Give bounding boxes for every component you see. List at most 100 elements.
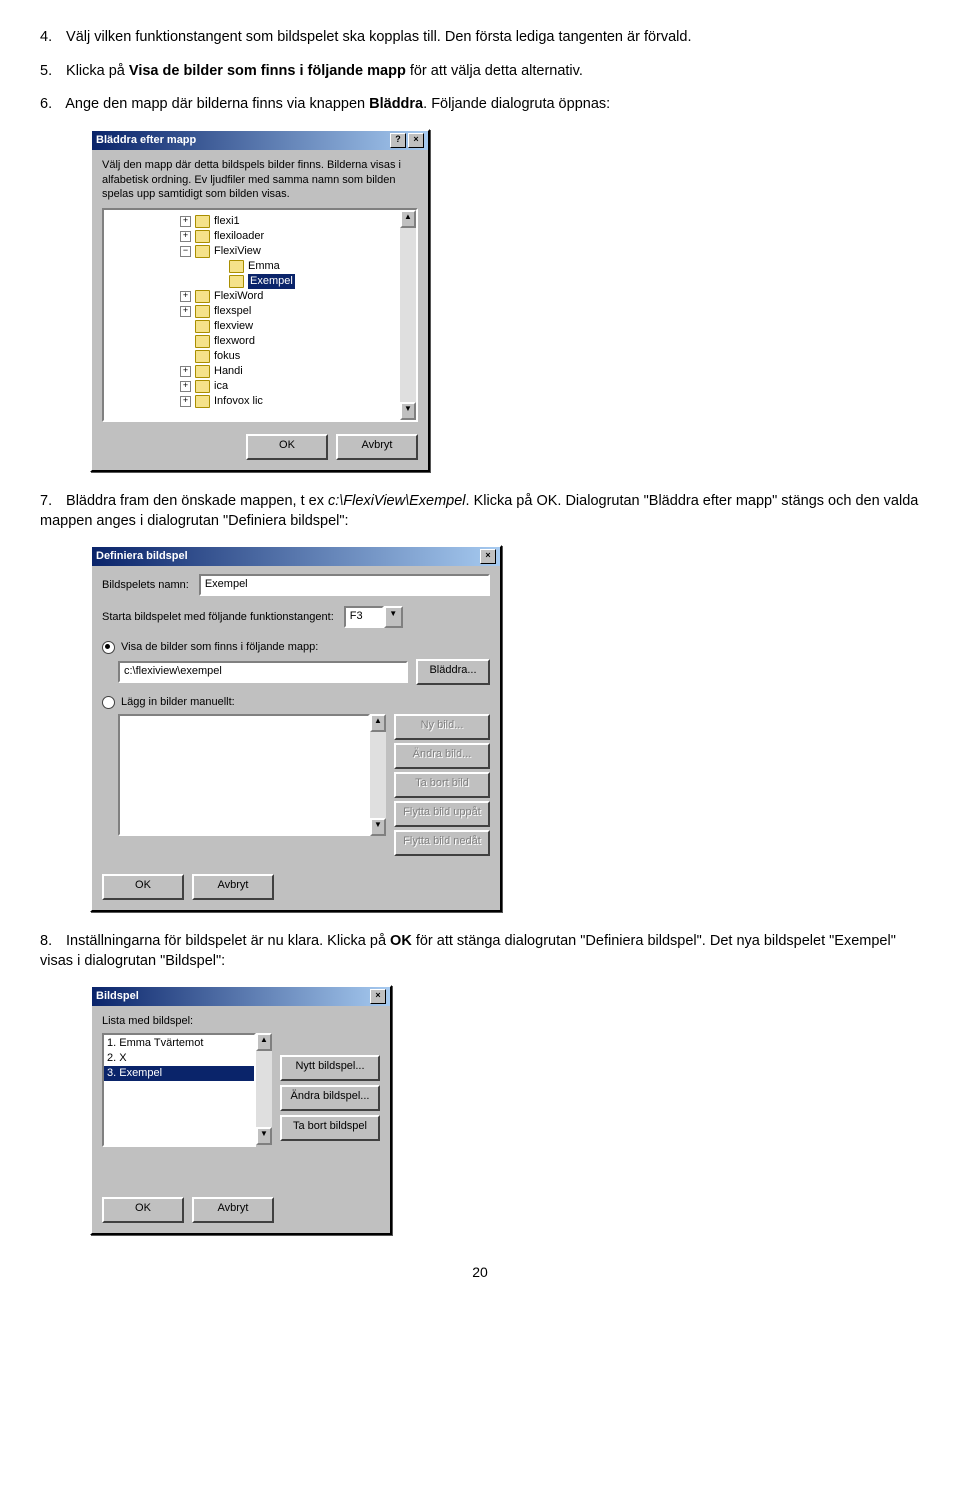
fkey-combo[interactable]: F3 ▼ [344, 606, 403, 628]
tree-item[interactable]: Exempel [106, 274, 398, 289]
expander-icon[interactable]: + [180, 306, 191, 317]
step-text: Välj vilken funktionstangent som bildspe… [66, 29, 691, 45]
dialog-title: Bildspel [96, 989, 139, 1004]
step-num: 4. [40, 28, 62, 48]
titlebar[interactable]: Bildspel × [92, 987, 390, 1006]
slideshow-action-button[interactable]: Nytt bildspel... [280, 1055, 380, 1081]
folder-icon [195, 290, 210, 303]
slideshow-action-button[interactable]: Ta bort bildspel [280, 1115, 380, 1141]
tree-item-label: ica [214, 379, 228, 394]
dialog-description: Välj den mapp där detta bildspels bilder… [102, 158, 418, 203]
scrollbar[interactable]: ▲ ▼ [256, 1033, 272, 1145]
scroll-down-icon[interactable]: ▼ [400, 402, 416, 420]
folder-icon [195, 380, 210, 393]
step-bold: OK [390, 933, 412, 949]
fkey-value: F3 [344, 606, 384, 628]
expander-icon[interactable]: + [180, 216, 191, 227]
tree-item[interactable]: fokus [106, 349, 398, 364]
slideshow-action-button[interactable]: Ändra bildspel... [280, 1085, 380, 1111]
ok-button[interactable]: OK [102, 874, 184, 900]
list-item[interactable]: 3. Exempel [104, 1066, 254, 1081]
folder-icon [229, 260, 244, 273]
step-5: 5. Klicka på Visa de bilder som finns i … [40, 62, 920, 82]
step-6: 6. Ange den mapp där bilderna finns via … [40, 95, 920, 115]
help-icon[interactable]: ? [390, 133, 406, 148]
tree-item[interactable]: −FlexiView [106, 244, 398, 259]
scroll-up-icon[interactable]: ▲ [370, 714, 386, 732]
tree-item[interactable]: + Infovox lic [106, 394, 398, 409]
tree-item-label: Handi [214, 364, 243, 379]
step-text: . Följande dialogruta öppnas: [423, 96, 610, 112]
fkey-label: Starta bildspelet med följande funktions… [102, 610, 334, 625]
cancel-button[interactable]: Avbryt [192, 1197, 274, 1223]
list-item[interactable]: 1. Emma Tvärtemot [104, 1036, 254, 1051]
tree-item[interactable]: + flexiloader [106, 229, 398, 244]
radio-folder[interactable] [102, 641, 115, 654]
name-input[interactable]: Exempel [199, 574, 490, 596]
cancel-button[interactable]: Avbryt [192, 874, 274, 900]
expander-icon[interactable]: + [180, 366, 191, 377]
step-bold: Bläddra [369, 96, 423, 112]
step-num: 8. [40, 932, 62, 952]
radio-manual-label: Lägg in bilder manuellt: [121, 695, 235, 710]
expander-icon[interactable]: + [180, 396, 191, 407]
scrollbar[interactable]: ▲ ▼ [400, 210, 416, 420]
page-number: 20 [40, 1263, 920, 1282]
list-item[interactable]: 2. X [104, 1051, 254, 1066]
step-italic: c:\FlexiView\Exempel [328, 493, 466, 509]
tree-item-label: flexiloader [214, 229, 264, 244]
folder-icon [229, 275, 244, 288]
radio-folder-label: Visa de bilder som finns i följande mapp… [121, 640, 318, 655]
close-icon[interactable]: × [370, 989, 386, 1004]
image-action-button: Ny bild... [394, 714, 490, 740]
step-text: för att välja detta alternativ. [406, 63, 583, 79]
expander-icon[interactable]: + [180, 381, 191, 392]
tree-item-label: flexi1 [214, 214, 240, 229]
scroll-down-icon[interactable]: ▼ [256, 1127, 272, 1145]
dialog-title: Definiera bildspel [96, 549, 188, 564]
tree-item[interactable]: + FlexiWord [106, 289, 398, 304]
tree-item[interactable]: flexview [106, 319, 398, 334]
step-bold: Visa de bilder som finns i följande mapp [129, 63, 406, 79]
folder-tree[interactable]: + flexi1 + flexiloader−FlexiViewEmmaExempel… [102, 208, 418, 422]
tree-item-label: flexword [214, 334, 255, 349]
step-num: 7. [40, 492, 62, 512]
radio-manual[interactable] [102, 696, 115, 709]
browse-button[interactable]: Bläddra... [416, 659, 490, 685]
tree-item[interactable]: + flexspel [106, 304, 398, 319]
image-action-button: Flytta bild nedåt [394, 830, 490, 856]
tree-item[interactable]: + flexi1 [106, 214, 398, 229]
close-icon[interactable]: × [408, 133, 424, 148]
expander-icon[interactable]: + [180, 291, 191, 302]
cancel-button[interactable]: Avbryt [336, 434, 418, 460]
path-input[interactable]: c:\flexiview\exempel [118, 661, 408, 683]
step-text: Klicka på [66, 63, 129, 79]
chevron-down-icon[interactable]: ▼ [384, 606, 403, 628]
titlebar[interactable]: Definiera bildspel × [92, 547, 500, 566]
scroll-down-icon[interactable]: ▼ [370, 818, 386, 836]
close-icon[interactable]: × [480, 549, 496, 564]
tree-item-label: Infovox lic [214, 394, 263, 409]
titlebar[interactable]: Bläddra efter mapp ? × [92, 131, 428, 150]
scroll-up-icon[interactable]: ▲ [256, 1033, 272, 1051]
manual-list[interactable] [118, 714, 370, 836]
ok-button[interactable]: OK [102, 1197, 184, 1223]
tree-item-label: FlexiWord [214, 289, 263, 304]
scrollbar[interactable]: ▲ ▼ [370, 714, 386, 836]
tree-item[interactable]: + Handi [106, 364, 398, 379]
expander-icon[interactable]: − [180, 246, 191, 257]
step-text: Ange den mapp där bilderna finns via kna… [65, 96, 369, 112]
tree-item[interactable]: Emma [106, 259, 398, 274]
tree-item-label: fokus [214, 349, 240, 364]
scroll-up-icon[interactable]: ▲ [400, 210, 416, 228]
step-4: 4. Välj vilken funktionstangent som bild… [40, 28, 920, 48]
tree-item[interactable]: flexword [106, 334, 398, 349]
step-7: 7. Bläddra fram den önskade mappen, t ex… [40, 492, 920, 531]
tree-item[interactable]: + ica [106, 379, 398, 394]
expander-icon[interactable]: + [180, 231, 191, 242]
slideshow-list[interactable]: 1. Emma Tvärtemot2. X3. Exempel [102, 1033, 256, 1147]
tree-item-label: flexspel [214, 304, 251, 319]
folder-icon [195, 245, 210, 258]
step-num: 6. [40, 95, 62, 115]
ok-button[interactable]: OK [246, 434, 328, 460]
